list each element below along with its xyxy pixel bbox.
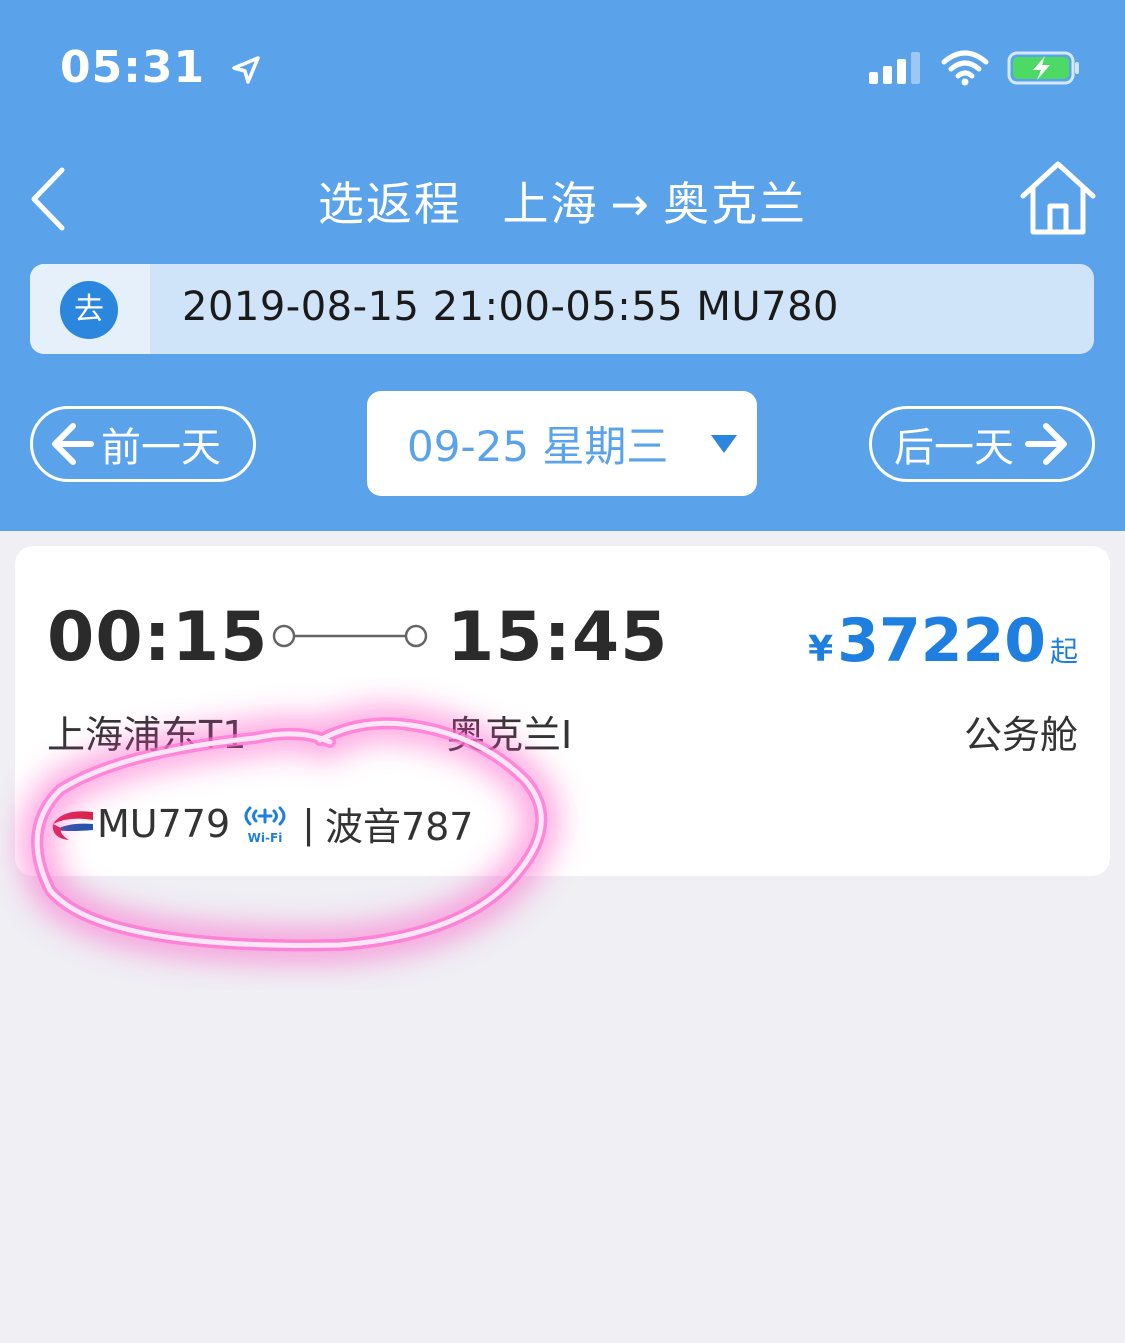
flight-number: MU779 (97, 801, 231, 846)
china-eastern-logo-icon (52, 810, 93, 840)
arrow-left-icon (52, 423, 94, 465)
arrival-time: 15:45 (447, 598, 669, 677)
home-icon (1020, 161, 1096, 235)
status-indicators (869, 50, 1081, 86)
price-amount: 37220 (837, 606, 1046, 676)
prev-day-button[interactable]: 前一天 (30, 406, 256, 482)
departure-time: 00:15 (47, 598, 269, 677)
arrival-airport: 奥克兰I (447, 713, 573, 757)
header: 05:31 选返程 上海 → 奥克兰 去 2019-08-15 21:00-05… (0, 0, 1125, 531)
page-title: 选返程 上海 → 奥克兰 (0, 168, 1125, 234)
wifi-icon (941, 50, 989, 86)
flight-meta: MU779 Wi-Fi | 波音787 (49, 796, 473, 851)
wifi-badge-icon: Wi-Fi (244, 806, 286, 845)
date-selector[interactable]: 09-25 星期三 (367, 391, 757, 496)
route-line-icon (272, 624, 428, 648)
location-arrow-icon (232, 56, 261, 84)
home-button[interactable] (1017, 158, 1099, 238)
wifi-badge-text: Wi-Fi (248, 831, 283, 845)
prev-day-label: 前一天 (101, 425, 221, 471)
outbound-badge-panel: 去 (30, 264, 152, 354)
route-arrow: → (610, 177, 652, 231)
price-currency: ¥ (808, 629, 834, 670)
dropdown-triangle-icon (711, 435, 737, 453)
cabin-class: 公务舱 (963, 713, 1078, 757)
departure-airport: 上海浦东T1 (47, 713, 247, 757)
page-title-mode: 选返程 (317, 177, 462, 231)
price-suffix: 起 (1049, 635, 1078, 668)
outbound-flight-summary[interactable]: 去 2019-08-15 21:00-05:55 MU780 (30, 264, 1094, 354)
battery-charging-icon (1007, 51, 1079, 85)
status-time: 05:31 (60, 42, 261, 93)
current-date-text: 09-25 星期三 (407, 422, 669, 471)
outbound-badge: 去 (60, 281, 118, 339)
page-title-origin: 上海 (502, 177, 599, 231)
meta-separator: | (302, 801, 315, 846)
status-time-text: 05:31 (60, 42, 206, 93)
aircraft-type: 波音787 (324, 805, 474, 849)
arrow-right-icon (1025, 423, 1067, 465)
price: ¥ 37220 起 (808, 606, 1078, 676)
outbound-summary-text: 2019-08-15 21:00-05:55 MU780 (182, 284, 840, 330)
flight-card[interactable]: 00:15 15:45 ¥ 37220 起 上海浦东T1 奥克兰I 公务舱 MU… (15, 546, 1110, 876)
next-day-label: 后一天 (894, 425, 1014, 471)
page-title-destination: 奥克兰 (663, 177, 808, 231)
next-day-button[interactable]: 后一天 (869, 406, 1095, 482)
cellular-signal-icon (869, 52, 920, 84)
